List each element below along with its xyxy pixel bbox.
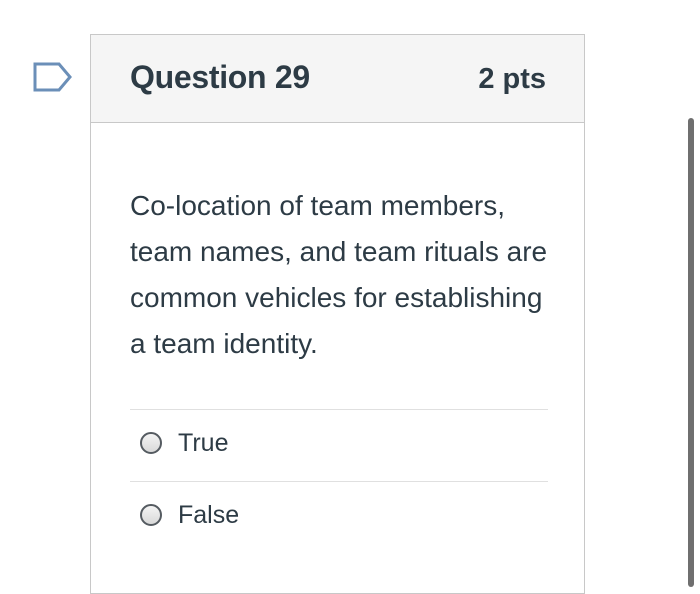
flag-question-icon[interactable] xyxy=(33,62,73,92)
question-points: 2 pts xyxy=(478,63,546,95)
question-header: Question 29 2 pts xyxy=(91,35,584,123)
flag-outline-icon xyxy=(33,62,72,92)
question-text: Co-location of team members, team names,… xyxy=(130,190,548,359)
question-card: Question 29 2 pts Co-location of team me… xyxy=(90,34,585,594)
answer-option-true[interactable]: True xyxy=(130,410,548,482)
answer-label-false[interactable]: False xyxy=(178,501,239,530)
radio-button-false[interactable] xyxy=(140,504,162,526)
scrollbar[interactable] xyxy=(688,118,694,587)
answer-option-false[interactable]: False xyxy=(130,482,548,554)
question-title: Question 29 xyxy=(130,59,310,95)
answer-label-true[interactable]: True xyxy=(178,429,228,458)
answer-list: True False xyxy=(130,409,548,554)
radio-button-true[interactable] xyxy=(140,432,162,454)
